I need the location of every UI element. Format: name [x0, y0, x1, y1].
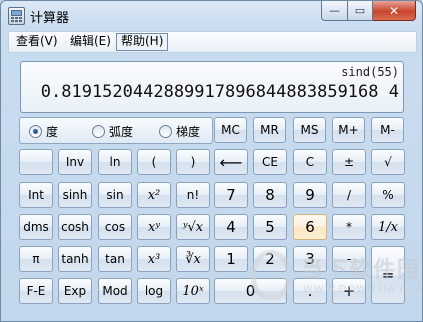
- square-root-button[interactable]: √: [371, 149, 405, 175]
- radio-selected-icon: [29, 125, 42, 138]
- factorial-button[interactable]: n!: [176, 182, 210, 208]
- clear-button[interactable]: C: [293, 149, 327, 175]
- exp-button[interactable]: Exp: [58, 278, 92, 304]
- menu-view[interactable]: 查看(V): [12, 33, 62, 49]
- title-bar[interactable]: 计算器 — ▭ ✕: [1, 1, 422, 29]
- radio-unselected-icon: [92, 125, 105, 138]
- log-button[interactable]: log: [137, 278, 171, 304]
- tanh-button[interactable]: tanh: [58, 246, 92, 272]
- angle-mode-group: 度 弧度 梯度: [19, 117, 213, 144]
- percent-button[interactable]: %: [371, 182, 405, 208]
- sinh-button[interactable]: sinh: [58, 182, 92, 208]
- digit-0-button[interactable]: 0: [214, 278, 287, 304]
- calculator-icon: [8, 7, 25, 25]
- angle-degrees-option[interactable]: 度: [29, 123, 58, 140]
- memory-add-button[interactable]: M+: [332, 117, 365, 143]
- inverse-button[interactable]: Inv: [58, 149, 92, 175]
- subtract-button[interactable]: -: [332, 246, 366, 272]
- calculator-display: sind(55) 0.81915204428899178968448838591…: [20, 61, 404, 113]
- minimize-button[interactable]: —: [321, 1, 348, 21]
- digit-1-button[interactable]: 1: [214, 246, 248, 272]
- angle-grads-label: 梯度: [176, 125, 201, 139]
- expression-text: sind(55): [341, 65, 399, 79]
- cube-button[interactable]: x³: [137, 246, 171, 272]
- blank-button: [19, 149, 53, 175]
- memory-subtract-button[interactable]: M-: [371, 117, 404, 143]
- modulo-button[interactable]: Mod: [98, 278, 132, 304]
- angle-radians-label: 弧度: [109, 125, 134, 139]
- memory-store-button[interactable]: MS: [293, 117, 326, 143]
- pi-button[interactable]: π: [19, 246, 53, 272]
- reciprocal-button[interactable]: 1/x: [371, 214, 405, 240]
- decimal-button[interactable]: .: [293, 278, 327, 304]
- digit-9-button[interactable]: 9: [293, 182, 327, 208]
- memory-recall-button[interactable]: MR: [253, 117, 286, 143]
- dms-button[interactable]: dms: [19, 214, 53, 240]
- clear-entry-button[interactable]: CE: [253, 149, 287, 175]
- square-button[interactable]: x²: [137, 182, 171, 208]
- menu-edit[interactable]: 编辑(E): [66, 33, 115, 49]
- digit-6-button[interactable]: 6: [293, 214, 327, 240]
- divide-button[interactable]: /: [332, 182, 366, 208]
- cube-root-button[interactable]: ∛x: [176, 246, 210, 272]
- backspace-button[interactable]: ⟵: [214, 149, 248, 175]
- radio-unselected-icon: [159, 125, 172, 138]
- maximize-button[interactable]: ▭: [348, 1, 373, 21]
- right-paren-button[interactable]: ): [176, 149, 210, 175]
- integer-button[interactable]: Int: [19, 182, 53, 208]
- cos-button[interactable]: cos: [98, 214, 132, 240]
- angle-degrees-label: 度: [46, 125, 59, 139]
- ln-button[interactable]: ln: [98, 149, 132, 175]
- caption-buttons: — ▭ ✕: [321, 1, 416, 21]
- fixed-exponent-button[interactable]: F-E: [19, 278, 53, 304]
- digit-2-button[interactable]: 2: [253, 246, 287, 272]
- digit-4-button[interactable]: 4: [214, 214, 248, 240]
- add-button[interactable]: +: [332, 278, 366, 304]
- negate-button[interactable]: ±: [332, 149, 366, 175]
- multiply-button[interactable]: *: [332, 214, 366, 240]
- ten-power-button[interactable]: 10ˣ: [176, 278, 210, 304]
- menu-bar: 查看(V) 编辑(E) 帮助(H): [8, 31, 417, 53]
- angle-radians-option[interactable]: 弧度: [92, 123, 133, 140]
- sin-button[interactable]: sin: [98, 182, 132, 208]
- left-paren-button[interactable]: (: [137, 149, 171, 175]
- digit-7-button[interactable]: 7: [214, 182, 248, 208]
- window-title: 计算器: [30, 11, 70, 26]
- memory-clear-button[interactable]: MC: [214, 117, 247, 143]
- result-text: 0.8191520442889917896844883859168 4: [40, 82, 399, 102]
- digit-3-button[interactable]: 3: [293, 246, 327, 272]
- angle-grads-option[interactable]: 梯度: [159, 123, 200, 140]
- close-button[interactable]: ✕: [373, 1, 416, 21]
- tan-button[interactable]: tan: [98, 246, 132, 272]
- cosh-button[interactable]: cosh: [58, 214, 92, 240]
- y-root-button[interactable]: ʸ√x: [176, 214, 210, 240]
- power-button[interactable]: xʸ: [137, 214, 171, 240]
- equals-button[interactable]: =: [371, 246, 405, 304]
- digit-5-button[interactable]: 5: [253, 214, 287, 240]
- digit-8-button[interactable]: 8: [253, 182, 287, 208]
- calculator-window: 计算器 — ▭ ✕ 查看(V) 编辑(E) 帮助(H) sind(55) 0.8…: [0, 0, 423, 322]
- menu-help[interactable]: 帮助(H): [116, 33, 169, 51]
